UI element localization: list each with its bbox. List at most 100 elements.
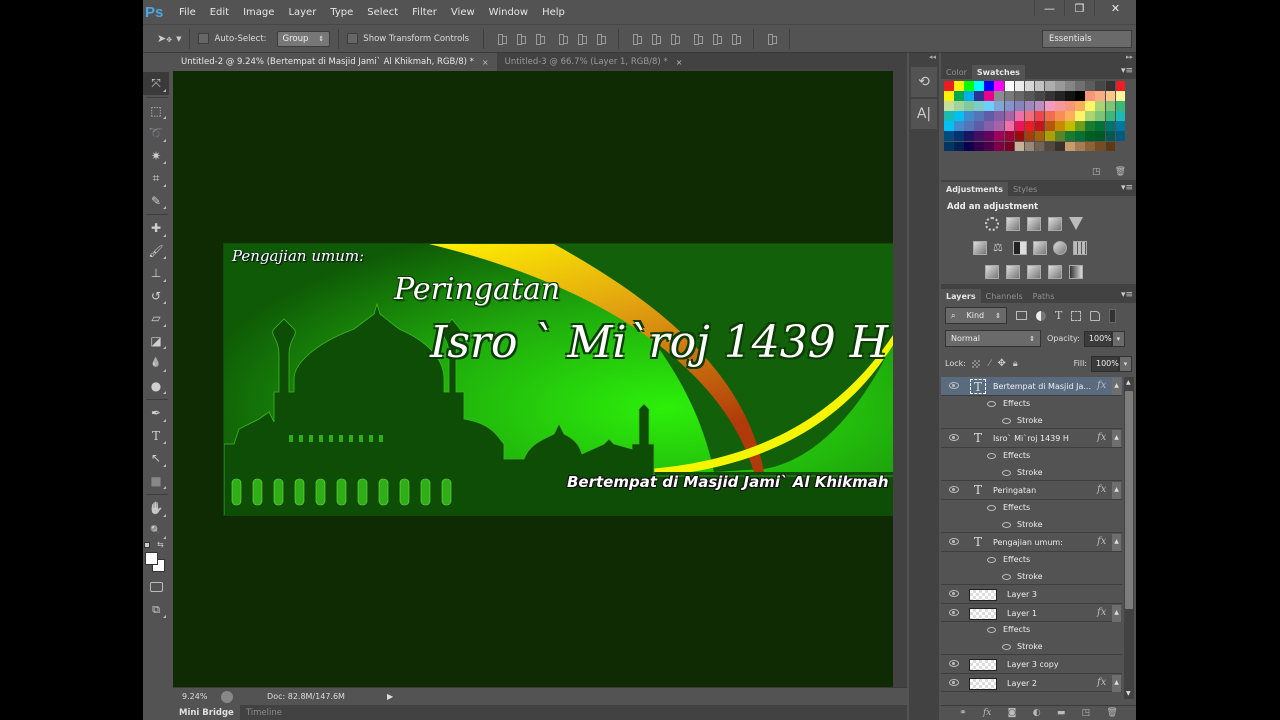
swatch[interactable] — [974, 121, 984, 131]
type-tool[interactable]: T — [143, 425, 169, 448]
swatch[interactable] — [1085, 121, 1095, 131]
rectangle-tool[interactable]: ■ — [143, 470, 169, 493]
menu-edit[interactable]: Edit — [210, 7, 229, 18]
character-panel-button[interactable]: A| — [911, 99, 937, 129]
swatch[interactable] — [954, 81, 964, 91]
history-brush-tool[interactable]: ↺ — [143, 285, 169, 308]
swatch[interactable] — [1095, 101, 1105, 111]
swatch[interactable] — [1034, 81, 1045, 91]
delete-layer-icon[interactable]: 🗑 — [1106, 708, 1117, 718]
clone-stamp-tool[interactable]: ⊥ — [143, 262, 169, 285]
marquee-tool[interactable]: ⬚ — [143, 100, 169, 123]
collapse-effects-icon[interactable]: ▲ — [1112, 534, 1121, 551]
color-lookup-icon[interactable] — [1073, 241, 1087, 255]
crop-tool[interactable]: ⌗ — [143, 167, 169, 190]
swatch[interactable] — [1085, 111, 1095, 121]
zoom-tool[interactable]: 🔍 — [143, 520, 169, 543]
swatch[interactable] — [1065, 101, 1075, 111]
menu-image[interactable]: Image — [243, 7, 274, 18]
effects-row[interactable]: Effects — [941, 500, 1122, 517]
collapse-strip-icon[interactable]: ◂◂ — [909, 53, 939, 65]
document-tab-untitled-3[interactable]: Untitled-3 @ 66.7% (Layer 1, RGB/8) * × — [497, 53, 691, 71]
stroke-effect-row[interactable]: Stroke — [941, 568, 1122, 585]
collapse-effects-icon[interactable]: ▲ — [1112, 378, 1121, 395]
move-tool-icon[interactable]: ➤✥ — [157, 32, 172, 45]
swatch[interactable] — [1075, 141, 1085, 152]
swatch[interactable] — [1034, 101, 1045, 111]
tab-layers[interactable]: Layers — [941, 289, 981, 303]
stroke-effect-row[interactable]: Stroke — [941, 464, 1122, 481]
swatch[interactable] — [964, 111, 974, 121]
swatch[interactable] — [1105, 111, 1116, 121]
swatch[interactable] — [964, 141, 974, 152]
swatch[interactable] — [1055, 81, 1065, 91]
swatch[interactable] — [1014, 131, 1025, 142]
close-tab-icon[interactable]: × — [676, 58, 683, 67]
visibility-eye-icon[interactable] — [949, 660, 959, 667]
swatch[interactable] — [1105, 101, 1116, 111]
swatch[interactable] — [1055, 91, 1065, 101]
swatch[interactable] — [1075, 91, 1085, 101]
swatch[interactable] — [1085, 141, 1095, 152]
layer-effects-icon[interactable]: fx — [1097, 536, 1106, 547]
swatch[interactable] — [1034, 111, 1045, 121]
swatch[interactable] — [964, 91, 974, 101]
swatch[interactable] — [984, 111, 994, 121]
swatch[interactable] — [1065, 111, 1075, 121]
swatch[interactable] — [1024, 121, 1035, 131]
swatch[interactable] — [1105, 121, 1116, 131]
swatch[interactable] — [974, 91, 984, 101]
swatch[interactable] — [994, 101, 1005, 111]
dodge-tool[interactable]: ● — [143, 375, 169, 398]
layer-effects-icon[interactable]: fx — [1097, 607, 1106, 618]
auto-select-mode-select[interactable]: Group ⇕ — [276, 30, 331, 47]
photo-filter-icon[interactable] — [1033, 241, 1047, 255]
threshold-icon[interactable] — [1027, 265, 1041, 279]
swatch[interactable] — [994, 141, 1005, 152]
swatch[interactable] — [994, 131, 1005, 142]
menu-type[interactable]: Type — [330, 7, 353, 18]
effects-visibility-eye-icon[interactable] — [987, 505, 996, 511]
scroll-up-icon[interactable]: ▲ — [1126, 379, 1131, 386]
visibility-eye-icon[interactable] — [949, 382, 959, 389]
effects-row[interactable]: Effects — [941, 622, 1122, 639]
swatch[interactable] — [994, 111, 1005, 121]
swatch[interactable] — [944, 81, 954, 91]
swatch[interactable] — [1115, 111, 1126, 121]
panel-menu-icon[interactable]: ▾≡ — [1121, 290, 1133, 300]
swatch[interactable] — [974, 101, 984, 111]
swatch[interactable] — [1004, 81, 1015, 91]
eraser-tool[interactable]: ▱ — [143, 307, 169, 330]
foreground-color-swatch[interactable] — [145, 552, 158, 565]
menu-filter[interactable]: Filter — [412, 7, 437, 18]
swatch[interactable] — [1115, 101, 1126, 111]
swatch[interactable] — [1095, 91, 1105, 101]
swatch[interactable] — [1014, 91, 1025, 101]
new-layer-icon[interactable]: ◳ — [1082, 708, 1091, 718]
swatch[interactable] — [974, 81, 984, 91]
layer-row[interactable]: Layer 1 fx ▲ — [941, 603, 1122, 622]
hand-tool[interactable]: ✋ — [143, 497, 169, 520]
scroll-down-icon[interactable]: ▼ — [1126, 690, 1131, 697]
align-hcenter-icon[interactable] — [576, 33, 588, 45]
swatch[interactable] — [1075, 131, 1085, 142]
posterize-icon[interactable] — [1006, 265, 1020, 279]
effects-visibility-eye-icon[interactable] — [987, 453, 996, 459]
align-vcenter-icon[interactable] — [515, 33, 527, 45]
swatch[interactable] — [984, 91, 994, 101]
swatch[interactable] — [1095, 111, 1105, 121]
layers-scrollbar-thumb[interactable] — [1125, 391, 1133, 609]
screen-mode-button[interactable]: ⧉ — [143, 599, 169, 622]
swatch[interactable] — [1024, 91, 1035, 101]
effects-row[interactable]: Effects — [941, 396, 1122, 413]
lasso-tool[interactable]: ➰ — [143, 122, 169, 145]
swatch[interactable] — [1085, 101, 1095, 111]
align-top-icon[interactable] — [496, 33, 508, 45]
tab-paths[interactable]: Paths — [1028, 289, 1060, 303]
swatch[interactable] — [1044, 101, 1055, 111]
layer-row[interactable]: T Isro` Mi`roj 1439 H fx ▲ — [941, 429, 1122, 448]
swatch[interactable] — [1044, 81, 1055, 91]
layer-row[interactable]: Layer 3 copy — [941, 655, 1122, 674]
workspace-select[interactable]: Essentials — [1042, 30, 1132, 48]
swatch[interactable] — [1065, 81, 1075, 91]
